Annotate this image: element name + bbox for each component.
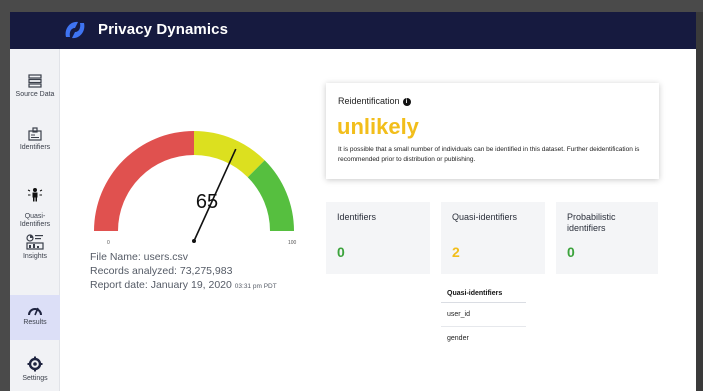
sidebar-item-label: Quasi- Identifiers: [19, 213, 51, 228]
gear-icon: [27, 356, 43, 372]
report-date: Report date: January 19, 2020: [90, 279, 232, 291]
top-bar: Privacy Dynamics: [10, 12, 696, 49]
report-time: 03:31 pm PDT: [234, 283, 277, 290]
file-name: File Name: users.csv: [90, 251, 189, 263]
sidebar-item-label: Results: [23, 319, 47, 326]
gauge-max-label: 100: [288, 240, 297, 246]
gauge-segment-yellow: [194, 131, 265, 178]
table-header: Quasi-identifiers: [441, 287, 526, 303]
gauge-icon: [28, 307, 42, 316]
report-date-line: Report date: January 19, 2020 03:31 pm P…: [90, 278, 277, 294]
window-edge-shadow: [696, 12, 703, 391]
gauge-needle-base: [192, 239, 196, 243]
gauge-min-label: 0: [107, 240, 110, 246]
reidentification-card: Reidentification i unlikely It is possibl…: [326, 83, 659, 179]
risk-gauge: 65 0 100: [94, 131, 297, 246]
reidentification-verdict: unlikely: [337, 114, 419, 139]
sidebar-item-settings[interactable]: Settings: [10, 356, 60, 390]
sidebar-item-source-data[interactable]: Source Data: [10, 74, 60, 108]
insights-icon: [26, 234, 44, 250]
stat-title: Quasi-identifiers: [452, 212, 518, 222]
reidentification-title: Reidentification: [338, 96, 400, 106]
sidebar: Source Data Identifiers Quasi- Identifie…: [10, 49, 60, 391]
sidebar-item-insights[interactable]: Insights: [10, 234, 60, 274]
id-card-icon: [28, 127, 42, 141]
sidebar-item-label: Source Data: [15, 91, 55, 98]
sidebar-item-label: Settings: [22, 375, 48, 382]
database-icon: [28, 74, 42, 88]
person-burst-icon: [27, 188, 43, 202]
stat-title: Probabilistic identifiers: [567, 212, 616, 233]
file-info: File Name: users.csv Records analyzed: 7…: [90, 250, 277, 294]
gauge-segment-red: [94, 131, 194, 231]
table-row: gender: [447, 335, 469, 342]
sidebar-item-identifiers[interactable]: Identifiers: [10, 127, 60, 161]
reidentification-title-row: Reidentification i: [338, 96, 411, 106]
stat-value: 0: [337, 244, 345, 260]
reidentification-description: It is possible that a small number of in…: [338, 146, 640, 163]
stat-value: 0: [567, 244, 575, 260]
stat-title: Identifiers: [337, 212, 377, 222]
stat-card-probabilistic-identifiers: Probabilistic identifiers 0: [556, 202, 658, 274]
stat-value: 2: [452, 244, 460, 260]
gauge-segment-green: [247, 160, 294, 231]
table-row: user_id: [441, 303, 526, 327]
sidebar-item-label: Identifiers: [19, 144, 51, 151]
records-analyzed: Records analyzed: 73,275,983: [90, 265, 233, 277]
app-title: Privacy Dynamics: [98, 21, 229, 38]
stat-card-quasi-identifiers: Quasi-identifiers 2: [441, 202, 545, 274]
app-window: Privacy Dynamics Source Data Identifiers: [10, 12, 696, 391]
info-icon[interactable]: i: [402, 98, 411, 106]
sidebar-item-quasi-identifiers[interactable]: Quasi- Identifiers: [10, 178, 60, 228]
sidebar-item-results[interactable]: Results: [10, 295, 60, 340]
brand-logo-icon: [65, 21, 85, 39]
quasi-identifiers-table: Quasi-identifiers user_id gender: [441, 287, 526, 351]
stat-card-identifiers: Identifiers 0: [326, 202, 430, 274]
sidebar-item-label: Insights: [22, 253, 48, 260]
